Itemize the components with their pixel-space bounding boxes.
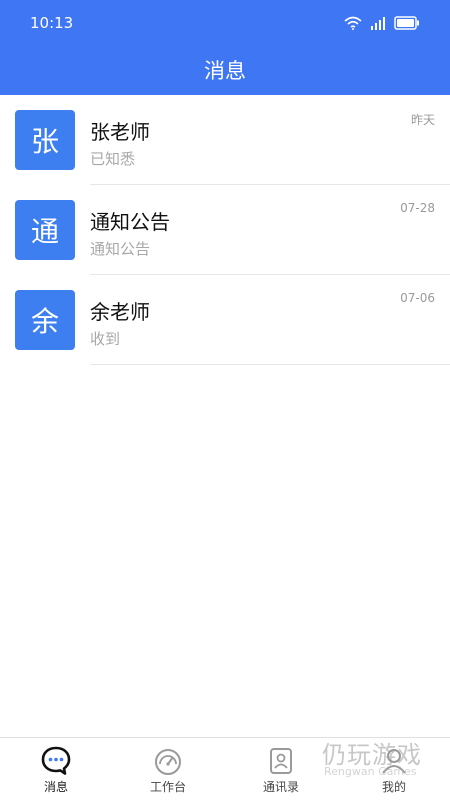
message-time: 07-28: [400, 201, 435, 215]
message-sender: 通知公告: [90, 210, 170, 234]
chat-bubble-icon: [41, 746, 71, 775]
message-list: 张 张老师 已知悉 昨天 通 通知公告 通知公告 07-28 余 余老师 收到 …: [0, 95, 450, 365]
tab-label: 通讯录: [262, 780, 299, 794]
message-sender: 余老师: [90, 300, 150, 324]
message-preview: 已知悉: [90, 150, 136, 168]
bottom-tab-bar: 消息 工作台 通讯录 我的: [0, 737, 450, 801]
page-title: 消息: [204, 59, 246, 83]
tab-label: 消息: [43, 780, 68, 794]
tab-workbench[interactable]: 工作台: [112, 738, 224, 801]
avatar: 余: [15, 290, 75, 350]
tab-label: 工作台: [149, 780, 186, 794]
person-icon: [382, 749, 406, 774]
tab-messages[interactable]: 消息: [0, 738, 112, 801]
contacts-icon: [270, 748, 292, 774]
tab-contacts[interactable]: 通讯录: [225, 738, 337, 801]
app-header: 10:13 消息: [0, 0, 450, 95]
status-icons: [344, 14, 420, 32]
divider: [90, 364, 450, 365]
avatar: 张: [15, 110, 75, 170]
battery-icon: [394, 16, 419, 30]
signal-icon: [371, 17, 385, 30]
message-item[interactable]: 张 张老师 已知悉 昨天: [0, 95, 450, 185]
avatar: 通: [15, 200, 75, 260]
message-preview: 收到: [90, 330, 121, 348]
message-item[interactable]: 余 余老师 收到 07-06: [0, 275, 450, 365]
tab-label: 我的: [381, 780, 406, 794]
gauge-icon: [155, 749, 181, 775]
message-sender: 张老师: [90, 120, 150, 144]
message-time: 昨天: [410, 113, 435, 127]
wifi-icon: [344, 16, 362, 30]
message-time: 07-06: [400, 291, 435, 305]
status-bar: 10:13: [0, 0, 450, 46]
tab-mine[interactable]: 我的: [338, 738, 450, 801]
message-preview: 通知公告: [90, 240, 151, 258]
message-item[interactable]: 通 通知公告 通知公告 07-28: [0, 185, 450, 275]
status-time: 10:13: [30, 14, 74, 32]
